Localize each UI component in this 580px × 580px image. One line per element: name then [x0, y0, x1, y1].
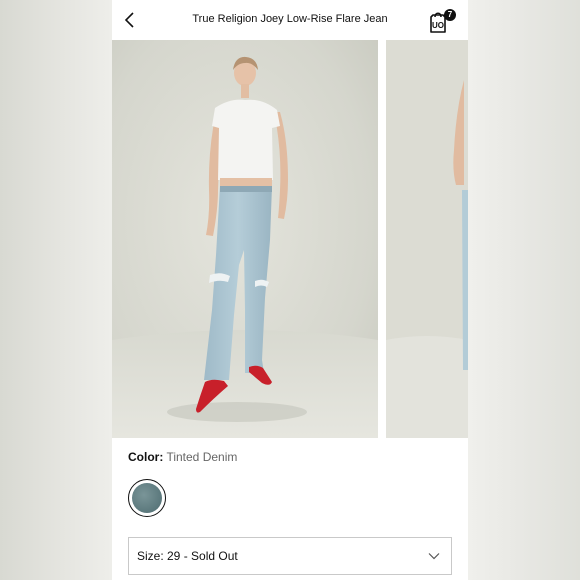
size-dropdown[interactable]: Size: 29 - Sold Out: [128, 537, 452, 575]
model-photo: [112, 40, 378, 438]
backdrop-right: [468, 0, 580, 580]
chevron-down-icon: [428, 553, 440, 560]
color-selection-label: Color: Tinted Denim: [128, 450, 237, 464]
color-label: Color:: [128, 450, 164, 464]
color-swatch-tinted-denim[interactable]: [128, 479, 166, 517]
product-screen: True Religion Joey Low-Rise Flare Jean U…: [112, 0, 468, 580]
product-photo-main[interactable]: 64: [112, 40, 378, 438]
shopping-bag-button[interactable]: UO 7: [424, 7, 456, 35]
bag-count-badge: 7: [444, 9, 456, 21]
image-carousel[interactable]: 64: [112, 40, 468, 438]
bag-logo-text: UO: [432, 21, 444, 30]
model-photo-next: [386, 40, 468, 438]
top-bar: True Religion Joey Low-Rise Flare Jean U…: [112, 0, 468, 40]
color-value: Tinted Denim: [166, 450, 238, 464]
page-title: True Religion Joey Low-Rise Flare Jean: [192, 13, 388, 25]
swatch-fill: [132, 483, 162, 513]
chevron-left-icon: [124, 12, 134, 28]
back-button[interactable]: [118, 8, 142, 32]
backdrop-left: [0, 0, 112, 580]
product-photo-next[interactable]: [386, 40, 468, 438]
size-selected-value: Size: 29 - Sold Out: [137, 549, 238, 563]
